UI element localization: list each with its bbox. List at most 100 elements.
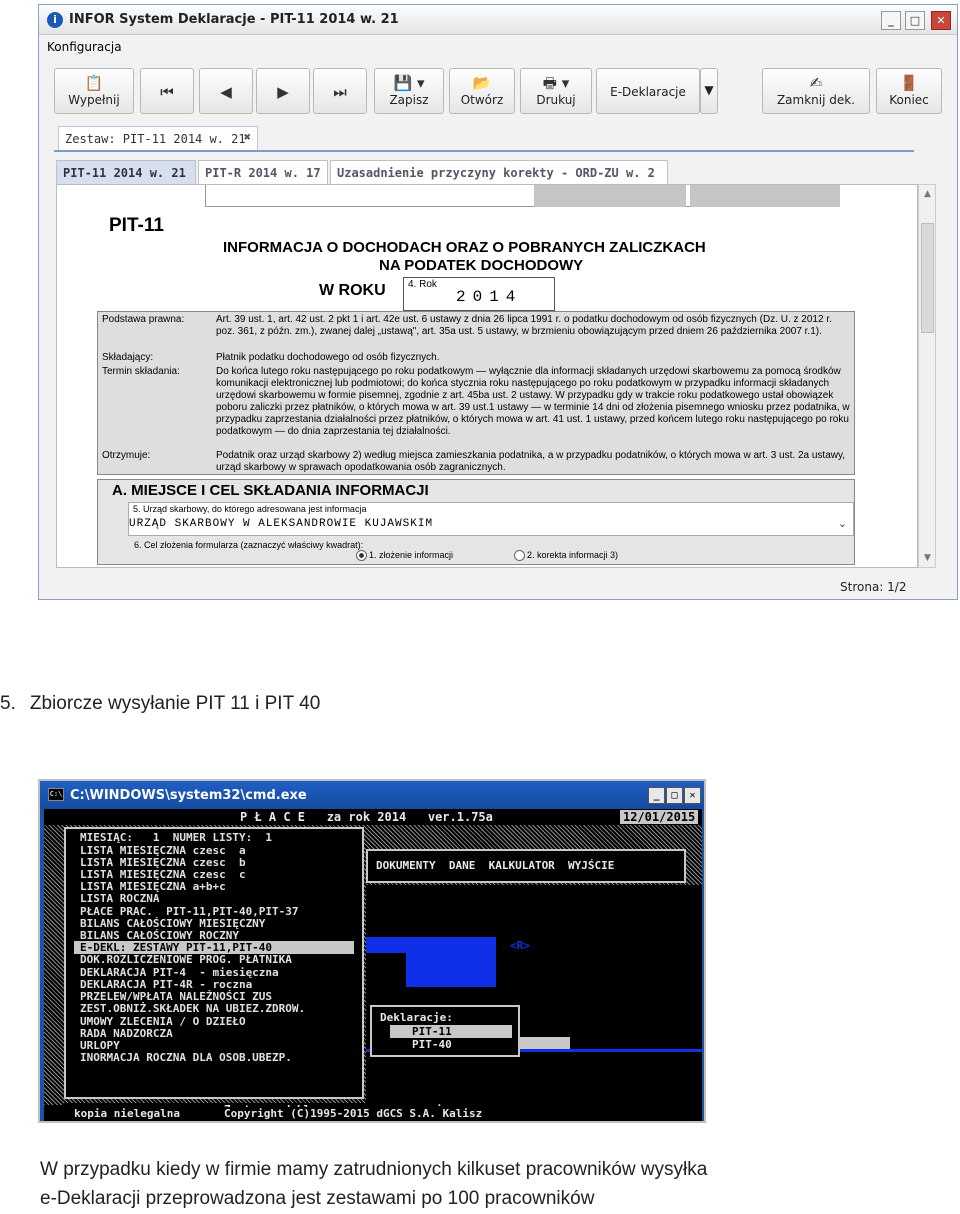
close-tab-icon[interactable]: ✖	[244, 130, 251, 144]
first-icon: ⏮	[160, 83, 174, 101]
dropdown-arrow-icon: ▼	[704, 83, 714, 97]
last-icon: ⏭	[333, 83, 347, 101]
first-page-button[interactable]: ⏮	[140, 68, 194, 114]
vertical-scrollbar[interactable]: ▲ ▼	[918, 184, 936, 568]
edeklaracje-button[interactable]: E-Deklaracje	[596, 68, 700, 114]
exit-door-icon: 🚪	[899, 74, 919, 92]
zapisz-button[interactable]: 💾 ▾ Zapisz	[374, 68, 444, 114]
work-area	[366, 885, 702, 1105]
dekl-item-selected[interactable]: PIT-11	[390, 1025, 512, 1038]
close-doc-icon: ✍	[809, 74, 823, 92]
form-view: PIT-11 INFORMACJA O DOCHODACH ORAZ O POB…	[56, 184, 918, 568]
koniec-button[interactable]: 🚪 Koniec	[876, 68, 942, 114]
edeklaracje-dropdown[interactable]: ▼	[700, 68, 718, 114]
radio-icon	[514, 550, 525, 562]
tab-divider	[54, 150, 914, 152]
top-menu-items[interactable]: DOKUMENTY DANE KALKULATOR WYJŚCIE	[376, 859, 614, 872]
meta-value: Art. 39 ust. 1, art. 42 ust. 2 pkt 1 i a…	[216, 314, 832, 337]
meta-key: Termin składania:	[102, 366, 180, 377]
close-button[interactable]: ✕	[931, 11, 951, 30]
cmd-title: C:\WINDOWS\system32\cmd.exe	[70, 788, 307, 803]
meta-value: Podatnik oraz urząd skarbowy 2) według m…	[216, 450, 846, 473]
menu-item[interactable]: INORMACJA ROCZNA DLA OSOB.UBEZP.	[80, 1051, 292, 1064]
chevron-down-icon: ⌄	[837, 517, 847, 530]
tax-office-select[interactable]: 5. Urząd skarbowy, do którego adresowana…	[128, 502, 854, 536]
document-tab-label: Zestaw: PIT-11 2014 w. 21	[65, 132, 246, 146]
gray-field	[520, 1037, 570, 1049]
option-label: 2. korekta informacji 3)	[527, 550, 619, 560]
top-menu[interactable]: DOKUMENTY DANE KALKULATOR WYJŚCIE	[366, 849, 686, 883]
menu-item[interactable]: ZEST.OBNIŻ.SKŁADEK NA UBIEZ.ZDROW.	[80, 1002, 305, 1015]
meta-key: Podstawa prawna:	[102, 314, 185, 325]
option-korekta[interactable]: 2. korekta informacji 3)	[514, 550, 619, 562]
cmd-title-bar: C:\ C:\WINDOWS\system32\cmd.exe _ □ ✕	[40, 781, 704, 809]
blue-block	[366, 937, 496, 953]
meta-value: Do końca lutego roku następującego po ro…	[216, 366, 850, 437]
tab-pit11[interactable]: PIT-11 2014 w. 21	[56, 160, 196, 184]
section-a-heading: A. MIEJSCE I CEL SKŁADANIA INFORMACJI	[112, 482, 429, 499]
prev-page-button[interactable]: ◀	[199, 68, 253, 114]
description-paragraph: W przypadku kiedy w firmie mamy zatrudni…	[40, 1155, 940, 1213]
form-title-line2: NA PODATEK DOCHODOWY	[379, 257, 584, 274]
minimize-button[interactable]: _	[881, 11, 901, 30]
form-header-strip	[205, 185, 840, 207]
radio-checked-icon	[356, 550, 367, 562]
section-title: Zbiorcze wysyłanie PIT 11 i PIT 40	[29, 693, 321, 714]
section-a: A. MIEJSCE I CEL SKŁADANIA INFORMACJI 5.…	[97, 479, 855, 565]
otworz-button[interactable]: 📂 Otwórz	[449, 68, 515, 114]
legal-info-box: Podstawa prawna: Art. 39 ust. 1, art. 42…	[97, 311, 855, 475]
year-label: 4. Rok	[408, 279, 437, 290]
section-heading: 5. Zbiorcze wysyłanie PIT 11 i PIT 40	[0, 693, 320, 715]
meta-key: Składający:	[102, 352, 154, 363]
option-zlozenie[interactable]: 1. złożenie informacji	[356, 550, 453, 562]
open-icon: 📂	[472, 74, 492, 92]
window-title: INFOR System Deklaracje - PIT-11 2014 w.…	[69, 12, 399, 27]
document-tab[interactable]: Zestaw: PIT-11 2014 w. 21 ✖	[58, 126, 258, 150]
cmd-window: C:\ C:\WINDOWS\system32\cmd.exe _ □ ✕ P …	[38, 779, 706, 1123]
last-page-button[interactable]: ⏭	[313, 68, 367, 114]
program-date: 12/01/2015	[620, 810, 699, 824]
copy-left: kopia nielegalna	[74, 1107, 180, 1120]
paragraph-line2: e-Deklaracji przeprowadzona jest zestawa…	[40, 1188, 595, 1209]
field5-value: URZĄD SKARBOWY W ALEKSANDROWIE KUJAWSKIM	[129, 518, 434, 530]
blue-block	[406, 953, 496, 987]
maximize-button[interactable]: □	[666, 787, 683, 804]
drukuj-button[interactable]: 🖶 ▾ Drukuj	[520, 68, 592, 114]
minimize-button[interactable]: _	[648, 787, 665, 804]
year-field[interactable]: 4. Rok 2014	[403, 277, 555, 311]
close-button[interactable]: ✕	[684, 787, 701, 804]
page-indicator: Strona: 1/2	[840, 580, 907, 594]
prev-icon: ◀	[220, 83, 232, 101]
menu-bar: Konfiguracja	[39, 35, 957, 61]
next-page-button[interactable]: ▶	[256, 68, 310, 114]
year-value: 2014	[456, 288, 523, 306]
dekl-item[interactable]: PIT-40	[412, 1038, 452, 1051]
meta-key: Otrzymuje:	[102, 450, 151, 461]
program-top-line: P Ł A C E za rok 2014 ver.1.75a 12/01/20…	[44, 809, 702, 825]
zamknij-dek-button[interactable]: ✍ Zamknij dek.	[762, 68, 870, 114]
menu-item[interactable]: DOK.ROZLICZENIOWE PROG. PŁATNIKA	[80, 953, 292, 966]
menu-konfiguracja[interactable]: Konfiguracja	[47, 40, 122, 54]
tab-pitr[interactable]: PIT-R 2014 w. 17	[198, 160, 328, 184]
scroll-down-icon[interactable]: ▼	[921, 551, 934, 565]
title-bar: i INFOR System Deklaracje - PIT-11 2014 …	[39, 5, 957, 35]
menu-header: MIESIĄC: 1 NUMER LISTY: 1	[80, 831, 273, 844]
section-number: 5.	[0, 693, 16, 714]
deklaracje-popup: Deklaracje: PIT-11 PIT-40	[370, 1005, 520, 1057]
scroll-thumb[interactable]	[921, 223, 934, 333]
main-menu: MIESIĄC: 1 NUMER LISTY: 1 LISTA MIESIĘCZ…	[64, 827, 364, 1099]
maximize-button[interactable]: □	[905, 11, 925, 30]
print-icon: 🖶 ▾	[542, 74, 570, 92]
console-icon: C:\	[48, 788, 64, 801]
menu-item[interactable]: LISTA ROCZNA	[80, 892, 159, 905]
scroll-up-icon[interactable]: ▲	[921, 187, 934, 201]
form-title-line1: INFORMACJA O DOCHODACH ORAZ O POBRANYCH …	[223, 239, 706, 256]
program-title: P Ł A C E za rok 2014 ver.1.75a	[240, 810, 493, 824]
wypelnij-button[interactable]: 📋 Wypełnij	[54, 68, 134, 114]
field6-label: 6. Cel złożenia formularza (zaznaczyć wł…	[134, 540, 364, 550]
tab-ordzu[interactable]: Uzasadnienie przyczyny korekty - ORD-ZU …	[330, 160, 668, 184]
app-logo-icon: i	[47, 12, 63, 28]
fill-form-icon: 📋	[84, 74, 104, 92]
paragraph-line1: W przypadku kiedy w firmie mamy zatrudni…	[40, 1159, 708, 1180]
console-screen: P Ł A C E za rok 2014 ver.1.75a 12/01/20…	[44, 809, 702, 1121]
